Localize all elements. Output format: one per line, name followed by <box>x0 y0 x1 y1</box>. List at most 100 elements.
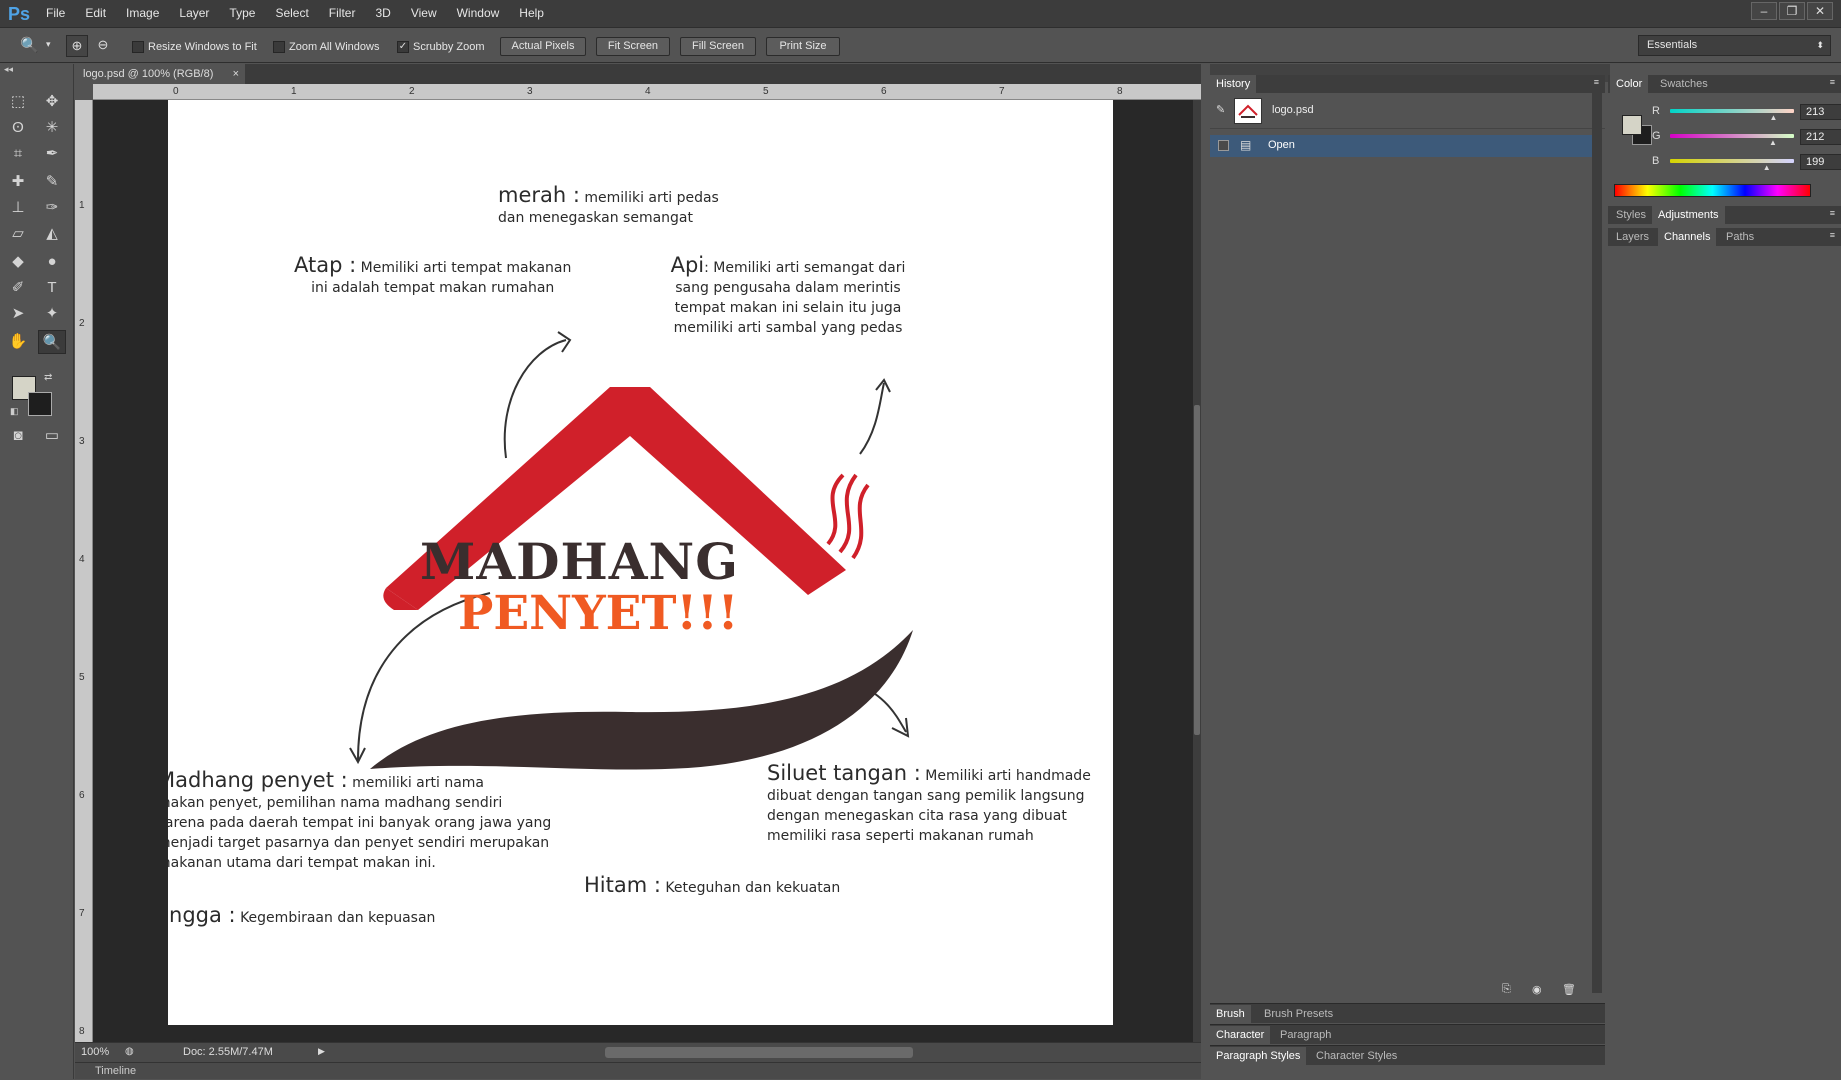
background-color-swatch[interactable] <box>28 392 52 416</box>
pen-tool-icon[interactable]: ✐ <box>4 276 32 300</box>
eraser-icon[interactable]: ▱ <box>4 222 32 246</box>
tab-paragraph-styles[interactable]: Paragraph Styles <box>1210 1047 1307 1065</box>
history-brush-icon[interactable]: ✑ <box>38 196 66 220</box>
tab-character[interactable]: Character <box>1210 1026 1271 1044</box>
zoom-in-icon[interactable]: ⊕ <box>66 35 88 57</box>
trash-icon[interactable]: 🗑 <box>1562 983 1576 996</box>
type-tool-icon[interactable]: T <box>38 276 66 300</box>
tab-styles[interactable]: Styles <box>1610 206 1652 224</box>
history-brush-source-icon[interactable]: ✎ <box>1216 103 1225 116</box>
g-value[interactable]: 212 <box>1800 129 1841 145</box>
scrubby-zoom-checkbox[interactable]: ✓ Scrubby Zoom <box>397 40 485 54</box>
resize-windows-checkbox[interactable]: Resize Windows to Fit <box>132 40 257 54</box>
panel-menu-icon[interactable]: ≡ <box>1830 208 1835 218</box>
restore-button[interactable]: ❐ <box>1779 2 1805 20</box>
swap-colors-icon[interactable]: ⇄ <box>44 372 52 383</box>
tab-color[interactable]: Color <box>1610 75 1649 93</box>
actual-pixels-button[interactable]: Actual Pixels <box>500 37 586 56</box>
workspace-select[interactable]: Essentials ⬍ <box>1638 35 1831 56</box>
close-button[interactable]: ✕ <box>1807 2 1833 20</box>
tab-paragraph[interactable]: Paragraph <box>1274 1026 1337 1044</box>
shape-tool-icon[interactable]: ✦ <box>38 302 66 326</box>
default-colors-icon[interactable]: ◧ <box>10 406 19 417</box>
menu-edit[interactable]: Edit <box>75 0 116 27</box>
document-tab[interactable]: logo.psd @ 100% (RGB/8) × <box>75 64 245 84</box>
lasso-tool-icon[interactable]: ʘ <box>4 116 32 140</box>
fg-swatch[interactable] <box>1622 115 1642 135</box>
new-document-icon[interactable]: ⎘ <box>1502 983 1511 996</box>
menu-3d[interactable]: 3D <box>365 0 400 27</box>
tab-channels[interactable]: Channels <box>1658 228 1717 246</box>
panel-menu-icon[interactable]: ≡ <box>1830 230 1835 240</box>
tool-preset-chevron-icon[interactable]: ▾ <box>46 39 51 50</box>
r-slider-thumb[interactable]: ▲ <box>1770 113 1778 122</box>
magic-wand-icon[interactable]: ✳ <box>38 116 66 140</box>
path-select-icon[interactable]: ➤ <box>4 302 32 326</box>
panel-menu-icon[interactable]: ≡ <box>1830 77 1835 87</box>
dodge-tool-icon[interactable]: ● <box>38 250 66 274</box>
eyedropper-icon[interactable]: ✒ <box>38 142 66 166</box>
document-canvas[interactable]: merah : memiliki arti pedas dan menegask… <box>168 100 1113 1025</box>
tab-character-styles[interactable]: Character Styles <box>1310 1047 1403 1065</box>
crop-tool-icon[interactable]: ⌗ <box>4 142 32 166</box>
tab-swatches[interactable]: Swatches <box>1654 75 1714 93</box>
minimize-button[interactable]: – <box>1751 2 1777 20</box>
b-slider[interactable] <box>1670 159 1794 163</box>
history-scrollbar[interactable] <box>1592 93 1602 993</box>
zoom-tool-icon[interactable]: 🔍 <box>20 36 39 54</box>
status-menu-icon[interactable]: ◍ <box>125 1046 134 1057</box>
vertical-scrollbar[interactable] <box>1193 100 1201 1042</box>
step-checkbox[interactable] <box>1218 140 1229 151</box>
menu-type[interactable]: Type <box>219 0 265 27</box>
healing-brush-icon[interactable]: ✚ <box>4 170 32 194</box>
tab-brush-presets[interactable]: Brush Presets <box>1258 1005 1339 1023</box>
zoom-out-icon[interactable]: ⊖ <box>92 35 114 57</box>
fill-screen-button[interactable]: Fill Screen <box>680 37 756 56</box>
screen-mode-icon[interactable]: ▭ <box>38 424 66 448</box>
color-spectrum-ramp[interactable] <box>1614 184 1811 197</box>
fit-screen-button[interactable]: Fit Screen <box>596 37 670 56</box>
clone-stamp-icon[interactable]: ⊥ <box>4 196 32 220</box>
menu-select[interactable]: Select <box>265 0 318 27</box>
marquee-tool-icon[interactable]: ⬚ <box>4 90 32 114</box>
g-slider-thumb[interactable]: ▲ <box>1769 138 1777 147</box>
tab-paths[interactable]: Paths <box>1720 228 1760 246</box>
menu-bar: Ps File Edit Image Layer Type Select Fil… <box>0 0 1841 27</box>
print-size-button[interactable]: Print Size <box>766 37 840 56</box>
zoom-tool-selected-icon[interactable]: 🔍 <box>38 330 66 354</box>
timeline-panel[interactable]: Timeline <box>75 1062 1201 1079</box>
hand-tool-icon[interactable]: ✋ <box>4 330 32 354</box>
move-tool-icon[interactable]: ✥ <box>38 90 66 114</box>
menu-help[interactable]: Help <box>509 0 554 27</box>
r-value[interactable]: 213 <box>1800 104 1841 120</box>
panel-menu-icon[interactable]: ≡ <box>1594 77 1599 87</box>
history-snapshot-row[interactable]: ✎ logo.psd <box>1210 93 1605 129</box>
blur-tool-icon[interactable]: ◆ <box>4 250 32 274</box>
history-step-open[interactable]: ▤ Open <box>1210 135 1592 157</box>
hitam-annotation: Hitam : Keteguhan dan kekuatan <box>584 873 841 897</box>
zoom-level[interactable]: 100% <box>81 1046 109 1058</box>
menu-file[interactable]: File <box>36 0 75 27</box>
menu-image[interactable]: Image <box>116 0 169 27</box>
b-value[interactable]: 199 <box>1800 154 1841 170</box>
snapshot-camera-icon[interactable]: ◉ <box>1532 983 1542 996</box>
menu-layer[interactable]: Layer <box>169 0 219 27</box>
scroll-thumb[interactable] <box>1194 405 1200 735</box>
b-slider-thumb[interactable]: ▲ <box>1763 163 1771 172</box>
quick-mask-icon[interactable]: ◙ <box>4 424 32 448</box>
play-icon[interactable]: ▶ <box>318 1046 325 1057</box>
paint-bucket-icon[interactable]: ◭ <box>38 222 66 246</box>
menu-view[interactable]: View <box>401 0 447 27</box>
collapse-icon[interactable]: ◂◂ <box>4 64 13 75</box>
tab-layers[interactable]: Layers <box>1610 228 1655 246</box>
horizontal-scrollbar[interactable] <box>605 1047 913 1058</box>
snapshot-thumbnail <box>1234 98 1262 124</box>
tab-adjustments[interactable]: Adjustments <box>1652 206 1725 224</box>
menu-window[interactable]: Window <box>447 0 510 27</box>
tab-history[interactable]: History <box>1210 75 1257 93</box>
brush-tool-icon[interactable]: ✎ <box>38 170 66 194</box>
menu-filter[interactable]: Filter <box>319 0 366 27</box>
tab-brush[interactable]: Brush <box>1210 1005 1251 1023</box>
close-tab-icon[interactable]: × <box>233 64 239 84</box>
zoom-all-checkbox[interactable]: Zoom All Windows <box>273 40 379 54</box>
